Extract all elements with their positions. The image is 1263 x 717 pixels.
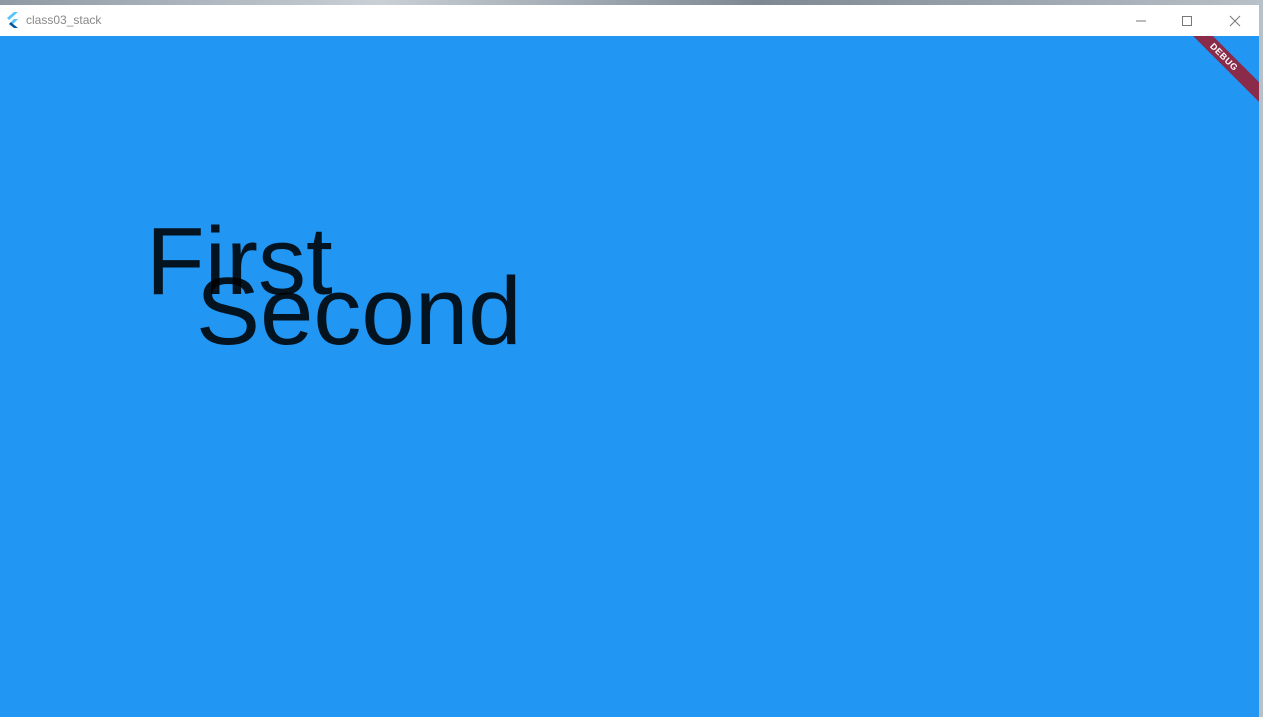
- flutter-logo-icon: [7, 12, 18, 28]
- second-text: Second: [196, 258, 522, 365]
- debug-banner: DEBUG: [1173, 36, 1259, 108]
- stack-content: First Second DEBUG: [0, 36, 1259, 717]
- minimize-button[interactable]: [1118, 5, 1164, 36]
- close-icon: [1229, 15, 1241, 26]
- app-window: class03_stack First Second DEBUG: [0, 5, 1259, 717]
- maximize-icon: [1182, 15, 1192, 26]
- window-title: class03_stack: [26, 13, 102, 27]
- close-button[interactable]: [1212, 5, 1258, 36]
- maximize-button[interactable]: [1164, 5, 1210, 36]
- minimize-icon: [1136, 20, 1146, 21]
- title-bar[interactable]: class03_stack: [0, 5, 1259, 36]
